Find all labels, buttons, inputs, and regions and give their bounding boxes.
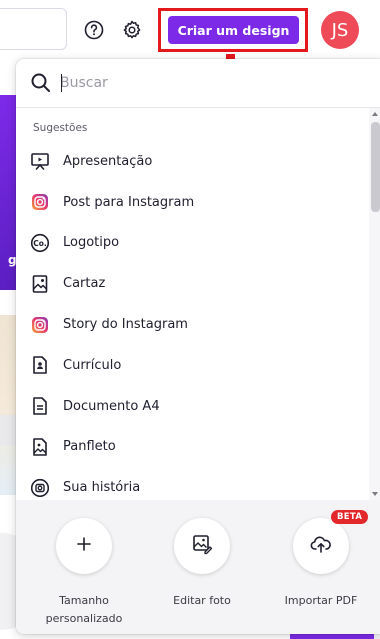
divider (16, 107, 380, 108)
plus-icon (75, 535, 93, 557)
edit-photo-label: Editar foto (173, 594, 231, 607)
avatar[interactable]: JS (321, 11, 359, 49)
scroll-down-icon[interactable] (372, 492, 378, 496)
presentation-icon (29, 150, 51, 172)
quick-actions: Tamanho personalizado Editar foto BETA I… (16, 500, 380, 634)
beta-badge: BETA (331, 510, 369, 524)
poster-icon (29, 273, 51, 295)
logo-icon: Co. (29, 232, 51, 254)
suggestion-item-curriculo[interactable]: Currículo (16, 345, 370, 386)
suggestion-label: Panfleto (63, 439, 116, 455)
custom-size-button[interactable] (56, 518, 112, 574)
suggestions-heading: Sugestões (33, 122, 88, 134)
create-design-dropdown: Sugestões Apresentação (16, 59, 380, 634)
help-icon[interactable] (83, 19, 105, 41)
svg-text:Co.: Co. (33, 239, 47, 248)
flyer-icon (29, 436, 51, 458)
cloud-upload-icon (310, 533, 332, 559)
suggestion-item-story-instagram[interactable]: Story do Instagram (16, 304, 370, 345)
scroll-up-icon[interactable] (372, 112, 378, 116)
suggestion-label: Currículo (63, 357, 122, 373)
import-pdf-button[interactable]: BETA (293, 510, 369, 574)
suggestion-label: Documento A4 (63, 398, 160, 414)
suggestion-item-logotipo[interactable]: Co. Logotipo (16, 223, 370, 264)
suggestion-item-panfleto[interactable]: Panfleto (16, 427, 370, 468)
suggestion-label: Sua história (63, 480, 141, 496)
edit-photo-button[interactable] (174, 518, 230, 574)
instagram-icon (29, 191, 51, 213)
suggestion-label: Apresentação (63, 153, 153, 169)
import-pdf-action[interactable]: BETA Importar PDF (266, 510, 376, 610)
edit-photo-action[interactable]: Editar foto (147, 518, 257, 610)
scrollbar-thumb[interactable] (371, 122, 380, 212)
resume-icon (29, 354, 51, 376)
suggestion-item-apresentacao[interactable]: Apresentação (16, 141, 370, 182)
suggestion-label: Story do Instagram (63, 317, 188, 333)
suggestion-label: Cartaz (63, 276, 106, 292)
background-content: g (0, 95, 16, 495)
search-bar (16, 59, 380, 107)
create-design-button[interactable]: Criar um design (168, 16, 299, 44)
scrollbar[interactable] (369, 108, 380, 500)
suggestion-item-documento-a4[interactable]: Documento A4 (16, 386, 370, 427)
document-icon (29, 395, 51, 417)
background-search-field[interactable] (0, 8, 67, 50)
suggestion-label: Logotipo (63, 235, 120, 251)
suggestion-item-post-instagram[interactable]: Post para Instagram (16, 182, 370, 223)
suggestion-item-cartaz[interactable]: Cartaz (16, 263, 370, 304)
gear-icon[interactable] (121, 19, 143, 41)
text-caret (61, 74, 62, 92)
custom-size-action[interactable]: Tamanho personalizado (29, 518, 139, 628)
search-icon (30, 72, 52, 94)
instagram-icon (29, 314, 51, 336)
custom-size-label: Tamanho personalizado (45, 594, 123, 625)
search-input[interactable] (60, 71, 350, 95)
suggestion-label: Post para Instagram (63, 194, 195, 210)
suggestions-list: Apresentação Post para Instagram Co. Log… (16, 141, 370, 508)
edit-photo-icon (191, 533, 213, 559)
background-thumbnail-grey (0, 415, 16, 445)
story-icon (29, 477, 51, 499)
background-banner-text: g (8, 253, 16, 267)
background-thumbnail (0, 315, 16, 495)
import-pdf-label: Importar PDF (284, 594, 358, 607)
